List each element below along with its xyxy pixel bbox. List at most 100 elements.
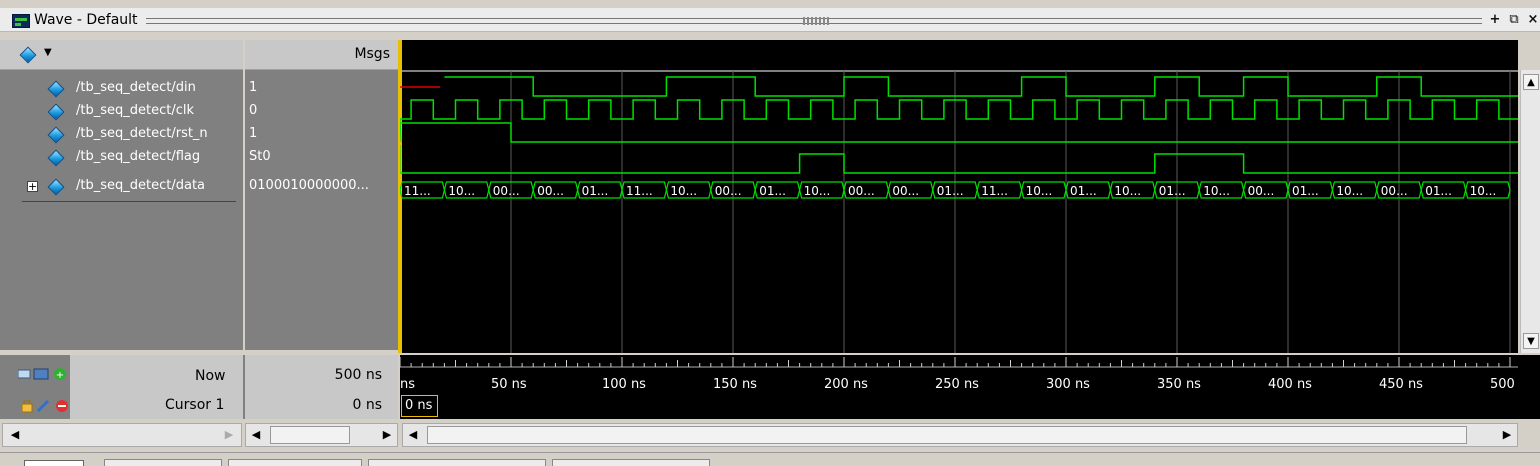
bus-value-label: 10...	[670, 184, 697, 198]
time-ruler[interactable]: ns 50 ns 100 ns 150 ns 200 ns 250 ns 300 ns 350…	[399, 355, 1540, 419]
flag-trace	[400, 153, 1518, 174]
signal-value-row[interactable]: 0	[245, 100, 398, 123]
din-trace	[444, 76, 1518, 97]
scroll-right-arrow-icon[interactable]: ▶	[1499, 427, 1515, 443]
bus-value-label: 10...	[1470, 184, 1497, 198]
wave-window: Wave - Default + ⧉ × ▼ Msgs /tb_seq_dete…	[0, 0, 1540, 466]
scroll-left-arrow-icon[interactable]: ◀	[405, 427, 421, 443]
tab-strip	[0, 452, 1540, 466]
value-pane-hscrollbar[interactable]: ◀ ▶	[245, 423, 398, 447]
scroll-thumb[interactable]	[427, 426, 1467, 444]
bus-value-label: 11...	[404, 184, 431, 198]
waveform-canvas[interactable]: 11... 10... 00... 00... 01... 11... 10... 00...…	[400, 40, 1518, 353]
cursor-value: 0 ns	[352, 397, 382, 413]
cursor-row: Cursor 1 0 ns	[0, 393, 398, 419]
signal-name: /tb_seq_detect/flag	[76, 149, 201, 164]
now-value: 500 ns	[334, 367, 382, 383]
name-pane-hscrollbar[interactable]: ◀ ▶	[2, 423, 242, 447]
expand-toggle-icon[interactable]: +	[27, 181, 38, 192]
window-title: Wave - Default	[34, 12, 138, 28]
signal-value-row[interactable]: St0	[245, 146, 398, 169]
tab-4[interactable]	[552, 459, 710, 466]
signal-row[interactable]: /tb_seq_detect/rst_n	[0, 123, 243, 146]
undock-button[interactable]: ⧉	[1507, 13, 1521, 27]
signal-value: St0	[249, 149, 271, 164]
waveform-svg: 11... 10... 00... 00... 01... 11... 10... 00...…	[400, 40, 1518, 353]
value-pane-header: Msgs	[245, 40, 398, 70]
ruler-label: 350 ns	[1157, 377, 1201, 392]
rst-trace	[400, 122, 1518, 143]
now-label: Now	[195, 368, 226, 384]
bus-value-label: 10...	[804, 184, 831, 198]
now-value-cell: 500 ns	[245, 355, 398, 393]
wave-window-icon	[12, 14, 30, 28]
signal-diamond-icon	[47, 126, 65, 144]
ruler-label: 100 ns	[602, 377, 646, 392]
signal-name: /tb_seq_detect/clk	[76, 103, 195, 118]
signal-value: 1	[249, 80, 258, 95]
bus-value-label: 00...	[715, 184, 742, 198]
bus-value-label: 00...	[848, 184, 875, 198]
bus-value-label: 11...	[981, 184, 1008, 198]
ruler-label: 400 ns	[1268, 377, 1312, 392]
now-row: + Now 500 ns	[0, 355, 398, 393]
signal-value: 0	[249, 103, 258, 118]
bus-value-label: 10...	[448, 184, 475, 198]
add-signal-dropdown[interactable]: ▼	[18, 46, 58, 64]
bus-value-label: 00...	[493, 184, 520, 198]
signal-row[interactable]: /tb_seq_detect/clk	[0, 100, 243, 123]
ruler-label: 300 ns	[1046, 377, 1090, 392]
svg-text:+: +	[56, 370, 64, 381]
wave-hscrollbar[interactable]: ◀ ▶	[402, 423, 1518, 447]
signal-diamond-icon	[47, 178, 65, 196]
signal-name: /tb_seq_detect/rst_n	[76, 126, 208, 141]
bus-value-label: 00...	[1381, 184, 1408, 198]
scroll-down-arrow-icon[interactable]: ▼	[1523, 333, 1539, 349]
scroll-left-arrow-icon[interactable]: ◀	[248, 427, 264, 443]
ruler-label: 450 ns	[1379, 377, 1423, 392]
bus-value-label: 11...	[626, 184, 653, 198]
cursor-label: Cursor 1	[165, 397, 225, 413]
signal-value-row[interactable]: 1	[245, 123, 398, 146]
signal-diamond-icon	[47, 80, 65, 98]
bus-value-label: 01...	[1292, 184, 1319, 198]
timeline-tools-icon[interactable]: +	[18, 367, 68, 381]
close-button[interactable]: ×	[1526, 13, 1540, 27]
signal-row[interactable]: /tb_seq_detect/flag	[0, 146, 243, 169]
ruler-label: 50 ns	[491, 377, 527, 392]
scroll-thumb[interactable]	[270, 426, 350, 444]
title-bar: Wave - Default + ⧉ ×	[0, 8, 1540, 32]
bus-value-label: 10...	[1026, 184, 1053, 198]
signal-row[interactable]: /tb_seq_detect/din	[0, 77, 243, 100]
cursor-time-box[interactable]: 0 ns	[401, 395, 438, 417]
ruler-label: 500	[1490, 377, 1515, 392]
signal-value-row[interactable]: 0100010000000...	[245, 175, 398, 198]
vertical-scrollbar[interactable]: ▲ ▼	[1520, 70, 1540, 353]
ruler-label: 250 ns	[935, 377, 979, 392]
msgs-header: Msgs	[354, 46, 390, 62]
scroll-right-arrow-icon[interactable]: ▶	[379, 427, 395, 443]
signal-diamond-icon	[19, 46, 37, 64]
cursor-value-cell: 0 ns	[245, 393, 398, 419]
bus-value-label: 01...	[1070, 184, 1097, 198]
tab-1[interactable]	[104, 459, 222, 466]
ruler-label: 150 ns	[713, 377, 757, 392]
bus-value-label: 01...	[582, 184, 609, 198]
tab-0[interactable]	[24, 460, 84, 466]
bus-value-label: 10...	[1114, 184, 1141, 198]
scroll-up-arrow-icon[interactable]: ▲	[1523, 74, 1539, 90]
scroll-left-arrow-icon[interactable]: ◀	[7, 427, 23, 443]
bus-value-label: 01...	[937, 184, 964, 198]
signal-diamond-icon	[47, 103, 65, 121]
tab-2[interactable]	[228, 459, 362, 466]
bus-value-label: 00...	[892, 184, 919, 198]
tab-3[interactable]	[368, 459, 546, 466]
signal-row[interactable]: + /tb_seq_detect/data	[0, 175, 243, 198]
scroll-right-arrow-icon[interactable]: ▶	[221, 427, 237, 443]
drag-grip-icon[interactable]	[803, 17, 829, 25]
signal-value-row[interactable]: 1	[245, 77, 398, 100]
bus-value-label: 00...	[537, 184, 564, 198]
name-pane-header: ▼	[0, 40, 243, 70]
dock-button[interactable]: +	[1488, 13, 1502, 27]
cursor-tools-icon[interactable]	[22, 399, 76, 413]
